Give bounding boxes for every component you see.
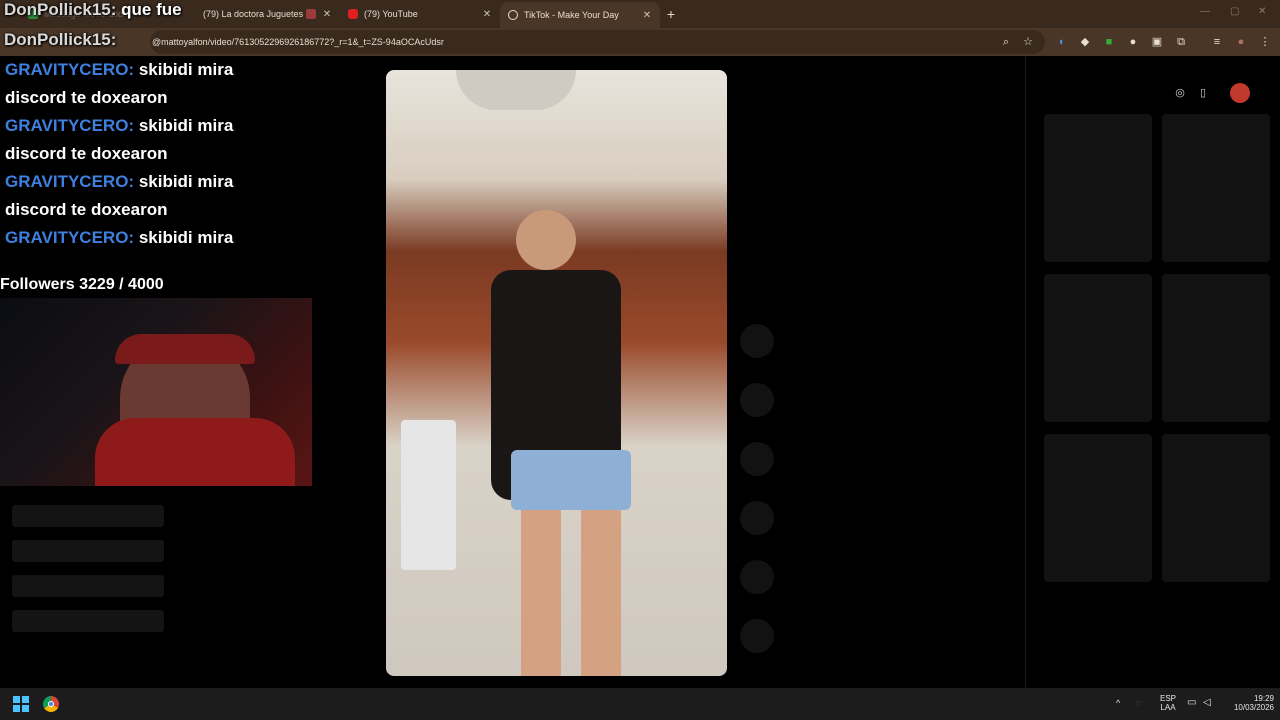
leg-left [521, 510, 561, 676]
placeholder-bar [12, 575, 164, 597]
water-dispenser [401, 420, 456, 570]
extension-audio-icon[interactable]: ◖ [1053, 34, 1069, 50]
chrome-taskbar-icon[interactable] [43, 696, 59, 712]
new-tab-button[interactable]: + [662, 5, 680, 23]
close-tab-icon[interactable]: ✕ [480, 9, 494, 20]
donation-alert: DonPollick15: que fue [4, 0, 182, 20]
explore-compass-icon[interactable]: ◎ [1172, 85, 1188, 101]
youtube-icon [348, 9, 358, 19]
webcam-feed [0, 298, 312, 486]
save-button-placeholder[interactable] [740, 442, 774, 476]
windows-start-icon[interactable] [13, 696, 29, 712]
chat-message: GRAVITYCERO: skibidi mira discord te dox… [0, 168, 275, 224]
mute-icon[interactable] [306, 9, 316, 19]
tab-youtube[interactable]: (79) YouTube ✕ [340, 0, 500, 28]
profile-avatar-icon[interactable]: ● [1233, 34, 1249, 50]
suggested-video-placeholder[interactable] [1162, 434, 1270, 582]
person-head [516, 210, 576, 270]
user-avatar-icon[interactable] [1230, 83, 1250, 103]
ceiling-fan [456, 70, 576, 110]
chat-username: GRAVITYCERO: [5, 172, 135, 191]
language-bottom: LAA [1160, 703, 1176, 712]
mobile-app-icon[interactable]: ▯ [1195, 85, 1211, 101]
network-muted-icon[interactable]: ◌ [1136, 698, 1141, 708]
tiktok-video-player[interactable] [386, 70, 727, 676]
clock[interactable]: 19:29 10/03/2026 [1222, 694, 1274, 712]
suggested-video-placeholder[interactable] [1044, 434, 1152, 582]
denim-shorts [511, 450, 631, 510]
suggested-video-placeholder[interactable] [1044, 274, 1152, 422]
chat-message: GRAVITYCERO: skibidi mira [0, 224, 275, 252]
placeholder-bar [12, 540, 164, 562]
zoom-icon[interactable]: ⌕ [998, 34, 1014, 50]
extension-green-icon[interactable]: ■ [1101, 34, 1117, 50]
music-button-placeholder[interactable] [740, 619, 774, 653]
media-control-icon[interactable]: ≡ [1209, 34, 1225, 50]
suggested-video-placeholder[interactable] [1044, 114, 1152, 262]
tiktok-icon [508, 10, 518, 20]
extensions-puzzle-icon[interactable]: ⧉ [1173, 34, 1189, 50]
close-window-icon[interactable]: ✕ [1258, 6, 1266, 17]
hoodie-shape [95, 418, 295, 486]
followers-goal: Followers 3229 / 4000 [0, 276, 164, 293]
more-button-placeholder[interactable] [740, 560, 774, 594]
extension-gamepad-icon[interactable]: ▣ [1149, 34, 1165, 50]
chat-username: GRAVITYCERO: [5, 60, 135, 79]
cap-shape [115, 334, 255, 364]
chat-username: GRAVITYCERO: [5, 228, 135, 247]
tab-label: (79) La doctora Juguetes - D [203, 9, 306, 19]
panel-divider [1025, 56, 1026, 688]
chat-username: GRAVITYCERO: [5, 116, 135, 135]
display-icon[interactable]: ▭ [1187, 697, 1196, 708]
like-button-placeholder[interactable] [740, 324, 774, 358]
suggested-video-placeholder[interactable] [1162, 114, 1270, 262]
browser-tab-strip: Message Moderation (79) La doctora Jugue… [0, 0, 1280, 28]
extension-diamond-icon[interactable]: ◆ [1077, 34, 1093, 50]
address-bar-url[interactable]: @mattoyalfon/video/7613052296926186772?_… [152, 37, 444, 47]
leg-right [581, 510, 621, 676]
browser-menu-icon[interactable]: ⋮ [1257, 34, 1273, 50]
clock-time: 19:29 [1253, 694, 1274, 703]
tab-label: (79) YouTube [364, 9, 418, 19]
windows-taskbar: ^ ◌ ESP LAA ▭ ◁ 19:29 10/03/2026 [0, 688, 1280, 720]
extension-lock-icon[interactable]: ● [1125, 34, 1141, 50]
stream-chat-overlay: GRAVITYCERO: skibidi mira discord te dox… [0, 56, 350, 270]
donation-username-secondary: DonPollick15: [4, 30, 117, 49]
tab-label: TikTok - Make Your Day [524, 10, 619, 20]
placeholder-bar [12, 610, 164, 632]
language-indicator[interactable]: ESP LAA [1158, 694, 1178, 712]
comment-button-placeholder[interactable] [740, 383, 774, 417]
donation-username: DonPollick15: [4, 0, 117, 19]
share-button-placeholder[interactable] [740, 501, 774, 535]
clock-date: 10/03/2026 [1233, 703, 1274, 712]
donation-message: que fue [121, 0, 182, 19]
placeholder-bar [12, 505, 164, 527]
tab-tiktok[interactable]: TikTok - Make Your Day ✕ [500, 2, 660, 28]
volume-icon[interactable]: ◁ [1203, 697, 1211, 708]
tab-la-doctora-juguetes[interactable]: (79) La doctora Juguetes - D ✕ [195, 0, 340, 28]
tray-overflow-icon[interactable]: ^ [1116, 698, 1120, 708]
close-tab-icon[interactable]: ✕ [320, 9, 334, 20]
chat-message: GRAVITYCERO: skibidi mira discord te dox… [0, 56, 275, 112]
maximize-icon[interactable]: ▢ [1230, 6, 1239, 17]
suggested-video-placeholder[interactable] [1162, 274, 1270, 422]
close-tab-icon[interactable]: ✕ [640, 10, 654, 21]
chat-message: GRAVITYCERO: skibidi mira discord te dox… [0, 112, 275, 168]
language-top: ESP [1159, 694, 1176, 703]
address-bar[interactable]: @mattoyalfon/video/7613052296926186772?_… [150, 30, 1045, 54]
chat-text: skibidi mira [138, 228, 234, 247]
bookmark-star-icon[interactable]: ☆ [1020, 34, 1036, 50]
minimize-icon[interactable]: — [1200, 6, 1210, 17]
